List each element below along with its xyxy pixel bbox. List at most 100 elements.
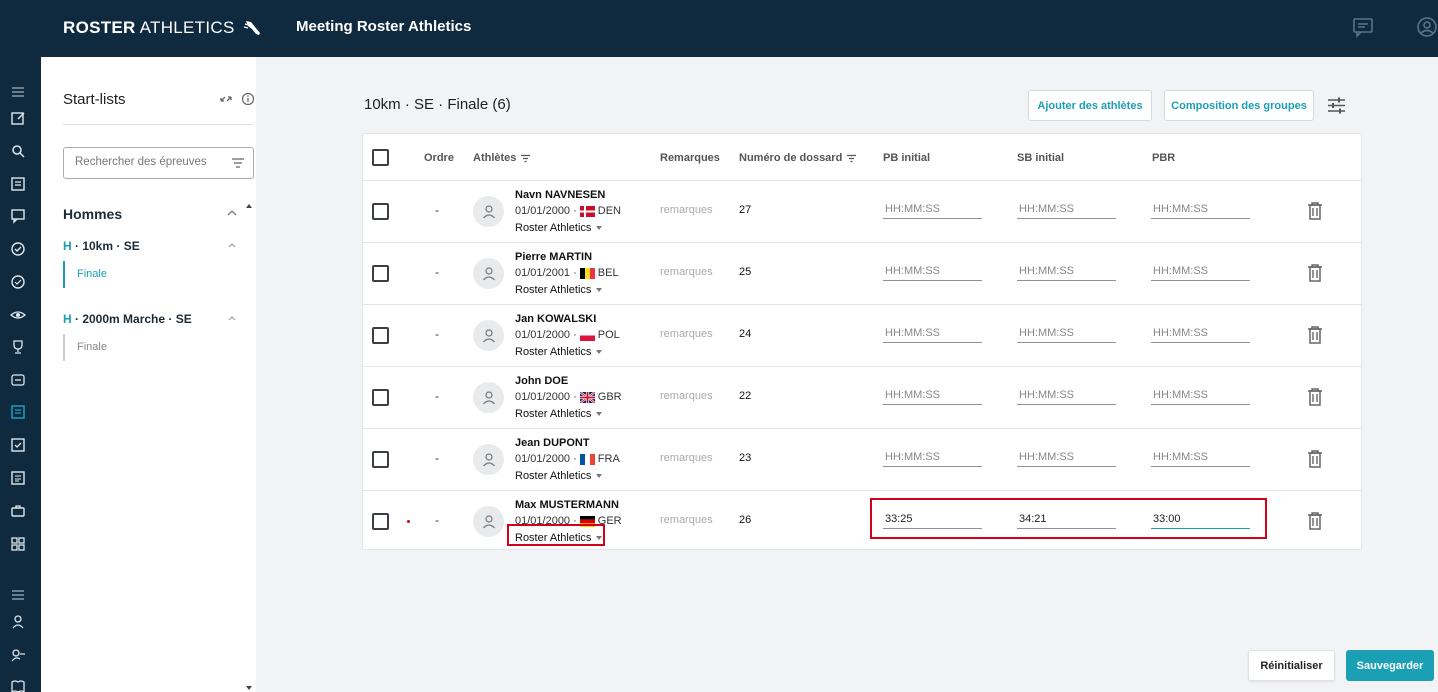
delete-icon[interactable]	[1307, 387, 1323, 406]
trophy-icon[interactable]	[10, 339, 26, 355]
secondary-menu-icon[interactable]	[10, 587, 26, 603]
checkbox-icon[interactable]	[10, 437, 26, 453]
pbr-input[interactable]	[1151, 199, 1250, 219]
filter-icon[interactable]	[846, 154, 857, 163]
athlete-name[interactable]: Max MUSTERMANN	[515, 499, 619, 511]
athlete-name[interactable]: Jan KOWALSKI	[515, 313, 596, 325]
filter-icon[interactable]	[520, 154, 531, 163]
chat-icon[interactable]	[1352, 16, 1374, 38]
club-dropdown[interactable]: Roster Athletics	[515, 408, 603, 420]
delete-icon[interactable]	[1307, 201, 1323, 220]
pbr-input[interactable]	[1151, 261, 1250, 281]
delete-icon[interactable]	[1307, 263, 1323, 282]
row-checkbox[interactable]	[372, 203, 389, 220]
pbr-input[interactable]	[1151, 447, 1250, 467]
scoreboard-icon[interactable]	[10, 372, 26, 388]
sidebar-item-finale-10km[interactable]: Finale	[63, 261, 223, 288]
check-circle-icon[interactable]	[10, 241, 26, 257]
select-all-checkbox[interactable]	[372, 149, 389, 166]
row-checkbox[interactable]	[372, 513, 389, 530]
eye-icon[interactable]	[10, 307, 26, 323]
bib-number[interactable]: 24	[739, 328, 751, 340]
club-dropdown[interactable]: Roster Athletics	[515, 222, 603, 234]
remarks-field[interactable]: remarques	[660, 204, 713, 216]
club-dropdown[interactable]: Roster Athletics	[515, 284, 603, 296]
start-list-icon[interactable]	[10, 404, 26, 420]
save-button[interactable]: Sauvegarder	[1346, 650, 1434, 681]
chevron-up-icon[interactable]	[227, 209, 237, 217]
sidebar-item-finale-2000m[interactable]: Finale	[63, 334, 223, 361]
group-composition-button[interactable]: Composition des groupes	[1164, 90, 1314, 121]
row-checkbox[interactable]	[372, 389, 389, 406]
tune-settings-icon[interactable]	[1326, 95, 1347, 116]
menu-icon[interactable]	[10, 84, 26, 100]
event-search[interactable]	[63, 147, 254, 179]
remarks-field[interactable]: remarques	[660, 328, 713, 340]
athlete-name[interactable]: Navn NAVNESEN	[515, 189, 605, 201]
book-icon[interactable]	[10, 678, 26, 692]
col-athletes[interactable]: Athlètes	[473, 152, 531, 164]
bib-number[interactable]: 22	[739, 390, 751, 402]
athlete-name[interactable]: Pierre MARTIN	[515, 251, 592, 263]
remarks-field[interactable]: remarques	[660, 266, 713, 278]
event-10km[interactable]: H · 10km · SE	[63, 239, 140, 253]
row-checkbox[interactable]	[372, 451, 389, 468]
sidebar-scrollbar[interactable]	[245, 203, 253, 691]
swap-icon[interactable]	[219, 92, 233, 106]
account-icon[interactable]	[1416, 16, 1438, 38]
info-icon[interactable]	[241, 92, 255, 106]
col-bib[interactable]: Numéro de dossard	[739, 152, 857, 164]
sort-filter-icon[interactable]	[231, 157, 245, 169]
edit-icon[interactable]	[10, 110, 26, 126]
pb-input[interactable]	[883, 509, 982, 529]
remarks-field[interactable]: remarques	[660, 514, 713, 526]
sb-input[interactable]	[1017, 261, 1116, 281]
document-icon[interactable]	[10, 470, 26, 486]
user-icon[interactable]	[10, 614, 26, 630]
row-checkbox[interactable]	[372, 265, 389, 282]
event-search-input[interactable]	[75, 156, 225, 168]
pb-input[interactable]	[883, 261, 982, 281]
bib-number[interactable]: 25	[739, 266, 751, 278]
club-dropdown[interactable]: Roster Athletics	[515, 346, 603, 358]
roster-athletics-logo[interactable]: ROSTER ATHLETICS	[63, 18, 263, 38]
bib-number[interactable]: 23	[739, 452, 751, 464]
pb-input[interactable]	[883, 199, 982, 219]
remarks-field[interactable]: remarques	[660, 452, 713, 464]
pbr-input[interactable]	[1151, 385, 1250, 405]
sb-input[interactable]	[1017, 385, 1116, 405]
athlete-name[interactable]: John DOE	[515, 375, 568, 387]
bib-number[interactable]: 26	[739, 514, 751, 526]
chevron-up-icon[interactable]	[228, 242, 236, 248]
list-icon[interactable]	[10, 176, 26, 192]
message-icon[interactable]	[10, 208, 26, 224]
row-checkbox[interactable]	[372, 327, 389, 344]
remarks-field[interactable]: remarques	[660, 390, 713, 402]
pb-input[interactable]	[883, 447, 982, 467]
bib-number[interactable]: 27	[739, 204, 751, 216]
delete-icon[interactable]	[1307, 511, 1323, 530]
add-athletes-button[interactable]: Ajouter des athlètes	[1028, 90, 1152, 121]
group-hommes[interactable]: Hommes	[63, 206, 122, 222]
reset-button[interactable]: Réinitialiser	[1248, 650, 1335, 681]
delete-icon[interactable]	[1307, 449, 1323, 468]
check-circle-outline-icon[interactable]	[10, 274, 26, 290]
sb-input[interactable]	[1017, 447, 1116, 467]
user-key-icon[interactable]	[10, 647, 26, 663]
club-dropdown[interactable]: Roster Athletics	[515, 532, 603, 544]
club-dropdown[interactable]: Roster Athletics	[515, 470, 603, 482]
search-icon[interactable]	[10, 143, 26, 159]
pb-input[interactable]	[883, 323, 982, 343]
grid-icon[interactable]	[10, 536, 26, 552]
sb-input[interactable]	[1017, 509, 1116, 529]
pbr-input[interactable]	[1151, 509, 1250, 529]
sb-input[interactable]	[1017, 323, 1116, 343]
chevron-up-icon[interactable]	[228, 315, 236, 321]
sb-input[interactable]	[1017, 199, 1116, 219]
briefcase-icon[interactable]	[10, 503, 26, 519]
event-2000m-marche[interactable]: H · 2000m Marche · SE	[63, 312, 192, 326]
athlete-name[interactable]: Jean DUPONT	[515, 437, 590, 449]
pb-input[interactable]	[883, 385, 982, 405]
pbr-input[interactable]	[1151, 323, 1250, 343]
delete-icon[interactable]	[1307, 325, 1323, 344]
